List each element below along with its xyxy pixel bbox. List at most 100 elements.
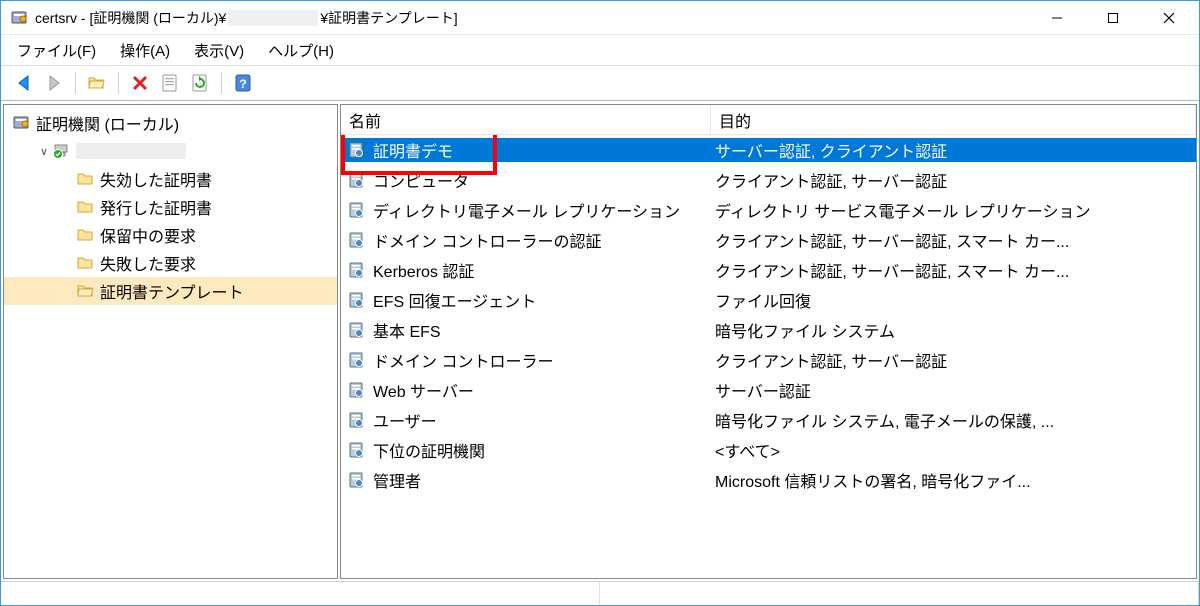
cert-template-icon bbox=[347, 230, 367, 250]
cell-purpose: クライアント認証, サーバー認証, スマート カー... bbox=[711, 228, 1196, 252]
tree-item-issued[interactable]: 発行した証明書 bbox=[4, 193, 337, 221]
cell-purpose: 暗号化ファイル システム bbox=[711, 318, 1196, 342]
list-row[interactable]: Kerberos 認証 クライアント認証, サーバー認証, スマート カー... bbox=[341, 255, 1196, 285]
cell-name: 管理者 bbox=[341, 468, 711, 492]
cell-purpose: クライアント認証, サーバー認証 bbox=[711, 168, 1196, 192]
server-ok-icon bbox=[52, 141, 72, 161]
row-name: EFS 回復エージェント bbox=[373, 288, 536, 312]
menubar: ファイル(F) 操作(A) 表示(V) ヘルプ(H) bbox=[1, 35, 1199, 65]
cell-purpose: サーバー認証, クライアント認証 bbox=[711, 138, 1196, 162]
help-button[interactable]: ? bbox=[229, 69, 257, 97]
redacted-server-name bbox=[228, 10, 318, 26]
row-name: 管理者 bbox=[373, 468, 421, 492]
statusbar bbox=[1, 581, 1199, 605]
cert-template-icon bbox=[347, 170, 367, 190]
list-header: 名前 目的 bbox=[341, 105, 1196, 135]
list-row[interactable]: ドメイン コントローラー クライアント認証, サーバー認証 bbox=[341, 345, 1196, 375]
delete-button[interactable] bbox=[126, 69, 154, 97]
cert-template-icon bbox=[347, 470, 367, 490]
cell-name: ドメイン コントローラーの認証 bbox=[341, 228, 711, 252]
column-header-name[interactable]: 名前 bbox=[341, 105, 711, 134]
cell-name: ディレクトリ電子メール レプリケーション bbox=[341, 198, 711, 222]
disclosure-icon[interactable]: ∨ bbox=[36, 145, 52, 158]
cell-name: 基本 EFS bbox=[341, 318, 711, 342]
show-hide-tree-button[interactable] bbox=[83, 69, 111, 97]
list-body[interactable]: 証明書デモサーバー認証, クライアント認証コンピュータクライアント認証, サーバ… bbox=[341, 135, 1196, 578]
tree-server-node[interactable]: ∨ bbox=[4, 137, 337, 165]
app-icon bbox=[11, 9, 29, 27]
cert-template-icon bbox=[347, 320, 367, 340]
cert-template-icon bbox=[347, 290, 367, 310]
list-row[interactable]: Web サーバー サーバー認証 bbox=[341, 375, 1196, 405]
cell-purpose: クライアント認証, サーバー認証 bbox=[711, 348, 1196, 372]
menu-action[interactable]: 操作(A) bbox=[108, 36, 182, 65]
content-area: 証明機関 (ローカル) ∨ 失効した証明書 発行した証明書 保留中の要求 失敗し… bbox=[1, 101, 1199, 581]
tree-item-label: 失効した証明書 bbox=[100, 167, 212, 191]
back-button[interactable] bbox=[10, 69, 38, 97]
minimize-button[interactable] bbox=[1029, 2, 1085, 34]
list-row[interactable]: コンピュータ クライアント認証, サーバー認証 bbox=[341, 165, 1196, 195]
folder-icon bbox=[76, 225, 96, 245]
cert-template-icon bbox=[347, 410, 367, 430]
folder-open-icon bbox=[76, 281, 96, 301]
cell-purpose: クライアント認証, サーバー認証, スマート カー... bbox=[711, 258, 1196, 282]
properties-button[interactable] bbox=[156, 69, 184, 97]
menu-view[interactable]: 表示(V) bbox=[182, 36, 256, 65]
list-row[interactable]: 下位の証明機関<すべて> bbox=[341, 435, 1196, 465]
list-row[interactable]: ドメイン コントローラーの認証 クライアント認証, サーバー認証, スマート カー… bbox=[341, 225, 1196, 255]
tree-root-label: 証明機関 (ローカル) bbox=[36, 111, 179, 135]
cell-purpose: ファイル回復 bbox=[711, 288, 1196, 312]
close-button[interactable] bbox=[1141, 2, 1197, 34]
window-title: certsrv - [証明機関 (ローカル)¥ ¥証明書テンプレート] bbox=[35, 8, 458, 28]
forward-button[interactable] bbox=[40, 69, 68, 97]
maximize-button[interactable] bbox=[1085, 2, 1141, 34]
cell-name: コンピュータ bbox=[341, 168, 711, 192]
cell-name: 証明書デモ bbox=[341, 138, 711, 162]
row-name: ユーザー bbox=[373, 408, 437, 432]
cell-name: Web サーバー bbox=[341, 378, 711, 402]
list-row[interactable]: 管理者Microsoft 信頼リストの署名, 暗号化ファイ... bbox=[341, 465, 1196, 495]
row-name: 下位の証明機関 bbox=[373, 438, 485, 462]
cell-name: EFS 回復エージェント bbox=[341, 288, 711, 312]
cell-name: ドメイン コントローラー bbox=[341, 348, 711, 372]
row-name: ディレクトリ電子メール レプリケーション bbox=[373, 198, 680, 222]
tree-item-failed[interactable]: 失敗した要求 bbox=[4, 249, 337, 277]
list-row[interactable]: 証明書デモサーバー認証, クライアント認証 bbox=[341, 135, 1196, 165]
cell-purpose: サーバー認証 bbox=[711, 378, 1196, 402]
cell-name: 下位の証明機関 bbox=[341, 438, 711, 462]
tree-root[interactable]: 証明機関 (ローカル) bbox=[4, 109, 337, 137]
cert-template-icon bbox=[347, 200, 367, 220]
row-name: Kerberos 認証 bbox=[373, 258, 474, 282]
menu-file[interactable]: ファイル(F) bbox=[5, 36, 108, 65]
cert-template-icon bbox=[347, 140, 367, 160]
ca-icon bbox=[12, 113, 32, 133]
list-row[interactable]: EFS 回復エージェント ファイル回復 bbox=[341, 285, 1196, 315]
cert-template-icon bbox=[347, 260, 367, 280]
list-row[interactable]: ディレクトリ電子メール レプリケーション ディレクトリ サービス電子メール レプリ… bbox=[341, 195, 1196, 225]
redacted-server-name bbox=[76, 143, 186, 159]
folder-icon bbox=[76, 197, 96, 217]
row-name: コンピュータ bbox=[373, 168, 469, 192]
tree-item-revoked[interactable]: 失効した証明書 bbox=[4, 165, 337, 193]
menu-help[interactable]: ヘルプ(H) bbox=[256, 36, 346, 65]
cell-name: ユーザー bbox=[341, 408, 711, 432]
folder-icon bbox=[76, 253, 96, 273]
row-name: 基本 EFS bbox=[373, 318, 441, 342]
cell-name: Kerberos 認証 bbox=[341, 258, 711, 282]
cert-template-icon bbox=[347, 350, 367, 370]
list-row[interactable]: ユーザー暗号化ファイル システム, 電子メールの保護, ... bbox=[341, 405, 1196, 435]
row-name: ドメイン コントローラーの認証 bbox=[373, 228, 601, 252]
cell-purpose: ディレクトリ サービス電子メール レプリケーション bbox=[711, 198, 1196, 222]
tree-item-label: 発行した証明書 bbox=[100, 195, 212, 219]
column-header-purpose[interactable]: 目的 bbox=[711, 105, 1196, 134]
row-name: ドメイン コントローラー bbox=[373, 348, 553, 372]
tree-pane[interactable]: 証明機関 (ローカル) ∨ 失効した証明書 発行した証明書 保留中の要求 失敗し… bbox=[3, 104, 338, 579]
tree-item-templates[interactable]: 証明書テンプレート bbox=[4, 277, 337, 305]
svg-text:?: ? bbox=[239, 77, 246, 91]
list-row[interactable]: 基本 EFS 暗号化ファイル システム bbox=[341, 315, 1196, 345]
cert-template-icon bbox=[347, 440, 367, 460]
row-name: Web サーバー bbox=[373, 378, 474, 402]
tree-item-label: 失敗した要求 bbox=[100, 251, 196, 275]
refresh-button[interactable] bbox=[186, 69, 214, 97]
tree-item-pending[interactable]: 保留中の要求 bbox=[4, 221, 337, 249]
